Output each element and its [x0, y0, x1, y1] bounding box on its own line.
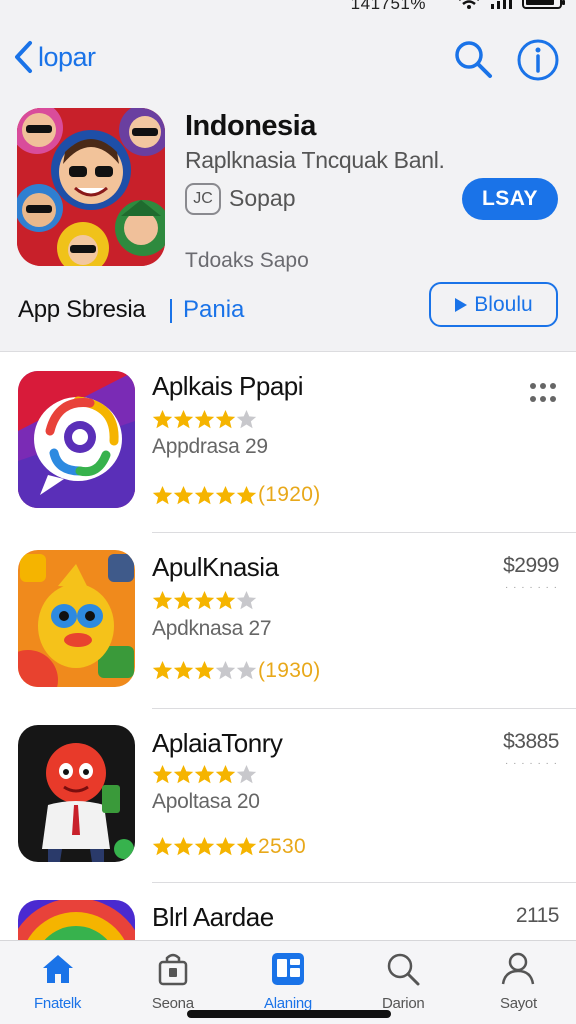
signal-icon: [491, 0, 512, 9]
star-filled-icon: [194, 486, 215, 505]
list-item[interactable]: ApulKnasia Apdknasa 27 (1930) $2999 · · …: [0, 532, 576, 709]
app-caption: Tdoaks Sapo: [185, 249, 309, 272]
star-filled-icon: [152, 661, 173, 680]
star-filled-icon: [215, 765, 236, 784]
status-bar: 141751%: [0, 0, 576, 20]
star-filled-icon: [173, 591, 194, 610]
tab-home[interactable]: Fnatelk: [0, 941, 115, 1024]
review-count: (1920): [258, 483, 321, 506]
star-filled-icon: [236, 486, 257, 505]
star-filled-icon: [194, 591, 215, 610]
star-filled-icon: [173, 486, 194, 505]
status-icons: [458, 0, 565, 9]
star-filled-icon: [152, 837, 173, 856]
back-label: lopar: [38, 41, 96, 72]
star-empty-icon: [236, 410, 257, 429]
tab-profile[interactable]: Sayot: [461, 941, 576, 1024]
app-price[interactable]: 2115: [516, 904, 560, 928]
app-subtitle: Apoltasa 20: [152, 790, 260, 813]
star-filled-icon: [173, 410, 194, 429]
price-dots: · · · · · · ·: [505, 758, 558, 769]
star-filled-icon: [152, 591, 173, 610]
star-filled-icon: [215, 486, 236, 505]
tab-label: Seona: [151, 995, 194, 1012]
review-count: 2530: [258, 835, 306, 858]
rating-stars: [152, 764, 257, 785]
tab-label: Sayot: [499, 995, 537, 1012]
category-label: App Sbresia: [18, 296, 146, 323]
rating-stars: [152, 409, 257, 430]
search-icon: [387, 953, 420, 986]
app-price[interactable]: $2999: [503, 554, 559, 578]
grid-icon: [272, 953, 304, 985]
star-filled-icon: [215, 410, 236, 429]
bag-icon: [158, 953, 188, 986]
cartoon-man-icon: [18, 725, 135, 862]
category-link[interactable]: Pania: [183, 296, 244, 324]
battery-icon: [522, 0, 565, 9]
wifi-icon: [459, 0, 479, 9]
cartoon-bird-icon: [18, 550, 135, 687]
hero-app-icon[interactable]: [17, 108, 165, 266]
home-indicator: [187, 1010, 391, 1018]
play-preview-button[interactable]: Bloulu: [429, 282, 558, 327]
star-filled-icon: [194, 837, 215, 856]
star-filled-icon: [194, 661, 215, 680]
star-filled-icon: [194, 765, 215, 784]
star-empty-icon: [236, 765, 257, 784]
back-button[interactable]: lopar: [12, 40, 96, 74]
search-icon[interactable]: [452, 38, 494, 80]
home-icon: [42, 955, 73, 983]
star-filled-icon: [152, 410, 173, 429]
app-icon: [18, 725, 135, 862]
cartoon-faces-icon: [17, 108, 165, 266]
star-filled-icon: [173, 837, 194, 856]
status-text: 141751%: [350, 0, 426, 13]
tab-label: Fnatelk: [34, 995, 82, 1012]
list-item[interactable]: AplaiaTonry Apoltasa 20 2530 $3885 · · ·…: [0, 708, 576, 884]
get-button[interactable]: LSAY: [462, 178, 558, 220]
app-icon: [18, 371, 135, 508]
app-title: Indonesia: [185, 110, 316, 142]
app-name: Blrl Aardae: [152, 902, 274, 932]
info-icon[interactable]: [516, 38, 560, 82]
star-empty-icon: [215, 661, 236, 680]
app-price[interactable]: $3885: [503, 730, 559, 754]
star-empty-icon: [236, 591, 257, 610]
person-icon: [502, 952, 535, 985]
chevron-left-icon: [15, 41, 32, 73]
app-icon: [18, 550, 135, 687]
star-filled-icon: [173, 661, 194, 680]
app-subtitle: Raplknasia Tncquak Banl.: [185, 147, 445, 173]
app-subtitle: Apdknasa 27: [152, 617, 272, 640]
star-filled-icon: [215, 837, 236, 856]
star-filled-icon: [194, 410, 215, 429]
more-options-icon[interactable]: [528, 382, 558, 404]
app-header: 141751% lopar Indonesia Raplknasia Tncqu…: [0, 0, 576, 352]
app-name: Aplkais Ppapi: [152, 371, 304, 401]
review-stars: [152, 836, 257, 857]
developer-name[interactable]: Sopap: [229, 185, 296, 212]
star-filled-icon: [152, 486, 173, 505]
app-name: AplaiaTonry: [152, 728, 283, 758]
star-empty-icon: [236, 661, 257, 680]
play-icon: [455, 297, 468, 312]
review-stars: [152, 485, 257, 506]
rating-stars: [152, 590, 257, 611]
star-filled-icon: [152, 765, 173, 784]
app-name: ApulKnasia: [152, 552, 279, 582]
price-dots: · · · · · · ·: [505, 582, 558, 593]
age-rating-badge: JC: [185, 183, 221, 215]
app-subtitle: Appdrasa 29: [152, 435, 268, 458]
swirl-chat-icon: [18, 371, 135, 508]
star-filled-icon: [173, 765, 194, 784]
list-item[interactable]: Aplkais Ppapi Appdrasa 29 (1920): [0, 352, 576, 533]
play-label: Bloulu: [474, 292, 533, 316]
review-stars: [152, 660, 257, 681]
category-divider: [170, 299, 172, 323]
star-filled-icon: [215, 591, 236, 610]
review-count: (1930): [258, 659, 321, 682]
star-filled-icon: [236, 837, 257, 856]
